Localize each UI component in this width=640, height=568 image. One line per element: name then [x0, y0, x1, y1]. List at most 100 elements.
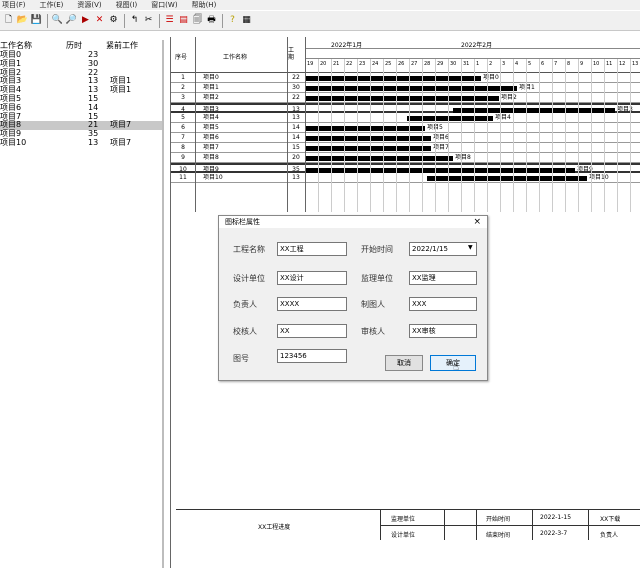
- help-icon[interactable]: ?: [226, 14, 239, 28]
- task-list-row[interactable]: 项目1 30: [0, 58, 162, 69]
- gantt-row[interactable]: 2 项目1 30 项目1: [171, 83, 640, 93]
- checker-field[interactable]: XX: [277, 324, 347, 338]
- gantt-bar[interactable]: [305, 126, 425, 131]
- chevron-down-icon[interactable]: ▼: [468, 244, 473, 251]
- gantt-bar[interactable]: [305, 156, 453, 161]
- gantt-bar-area: 项目5: [305, 123, 640, 133]
- title-end-value: 2022-3-7: [540, 530, 568, 537]
- close-icon[interactable]: ×: [473, 217, 481, 227]
- task-duration: 30: [88, 58, 99, 68]
- task-list-row[interactable]: 项目2 22: [0, 67, 162, 78]
- design-unit-field[interactable]: XX设计: [277, 271, 347, 285]
- indent-icon[interactable]: ▶: [79, 14, 92, 28]
- dialog-title: 图标栏属性: [225, 218, 260, 226]
- checker-label: 校核人: [233, 327, 257, 336]
- task-list-row[interactable]: 项目4 13 项目1: [0, 85, 162, 95]
- gantt-day-line: [565, 59, 566, 212]
- task-list-row[interactable]: 项目3 13 项目1: [0, 77, 162, 86]
- gantt-row[interactable]: 10 项目9 35 项目9: [171, 163, 640, 173]
- gantt-row[interactable]: 8 项目7 15 项目7: [171, 143, 640, 153]
- task-list-row[interactable]: 项目8 21 项目7: [0, 121, 162, 131]
- gantt-bar[interactable]: [427, 176, 587, 181]
- gantt-row[interactable]: 9 项目8 20 项目8: [171, 153, 640, 163]
- day-tick-label: 24: [372, 61, 379, 67]
- menu-window[interactable]: 窗口(W): [151, 0, 177, 10]
- day-tick-label: 31: [463, 61, 470, 67]
- save-icon[interactable]: 💾: [30, 14, 43, 28]
- gantt-header: 序号 工作名称 工期 2022年1月 2022年2月 19 20 21 22 23 24 2…: [171, 37, 640, 73]
- menu-task[interactable]: 工作(E): [40, 0, 64, 10]
- auditor-field[interactable]: XX审核: [409, 324, 477, 338]
- gantt-bar-area: 项目8: [305, 153, 640, 163]
- gantt-bar[interactable]: [407, 116, 493, 121]
- gantt-row[interactable]: 3 项目2 22 项目2: [171, 93, 640, 103]
- link-icon[interactable]: ⚙: [107, 14, 120, 28]
- day-tick-label: 9: [580, 61, 584, 67]
- gantt-rows: 1 项目0 22 项目0 2 项目1 30 项目1 3 项目2 22 项目2 4项目313项目35 项目4…: [171, 73, 640, 183]
- column-header-predecessor[interactable]: 紧前工作: [94, 40, 144, 51]
- start-date-picker[interactable]: 2022/1/15: [409, 242, 477, 256]
- drafter-field[interactable]: XXX: [409, 297, 477, 311]
- print-preview-icon[interactable]: 🗐: [191, 14, 204, 28]
- filter-icon[interactable]: ☰: [163, 14, 176, 28]
- gantt-row[interactable]: 7 项目6 14 项目6: [171, 133, 640, 143]
- day-tick-label: 11: [606, 61, 613, 67]
- calendar-icon[interactable]: ▤: [177, 14, 190, 28]
- menu-project[interactable]: 项目(F): [2, 0, 26, 10]
- drafter-label: 制图人: [361, 300, 385, 309]
- zoom-out-icon[interactable]: 🔎: [65, 14, 78, 28]
- project-name-field[interactable]: XX工程: [277, 242, 347, 256]
- day-tick-label: 22: [346, 61, 353, 67]
- gantt-row[interactable]: 6 项目5 14 项目5: [171, 123, 640, 133]
- task-list-row[interactable]: 项目10 13 项目7: [0, 138, 162, 148]
- task-list-row[interactable]: 项目5 15: [0, 94, 162, 104]
- title-block: XX工程进度 监理单位 设计单位 开始时间 结束时间 2022-1-15 202…: [176, 509, 640, 540]
- gantt-bar[interactable]: [305, 136, 431, 141]
- day-tick-label: 27: [411, 61, 418, 67]
- gantt-bar-area: 项目2: [305, 93, 640, 103]
- gantt-header-num: 序号: [175, 54, 188, 61]
- gantt-row[interactable]: 4 项目3 13 项目3: [171, 103, 640, 113]
- task-list-row[interactable]: 项目6 14: [0, 103, 162, 113]
- gantt-day-line: [487, 59, 488, 212]
- day-tick-label: 7: [554, 61, 558, 67]
- zoom-in-icon[interactable]: 🔍: [51, 14, 64, 28]
- menu-resource[interactable]: 资源(V): [77, 0, 101, 10]
- gantt-row[interactable]: 1 项目0 22 项目0: [171, 73, 640, 83]
- delete-icon[interactable]: ✕: [93, 14, 106, 28]
- gantt-bar-area: 项目1: [305, 83, 640, 93]
- drawing-number-field[interactable]: 123456: [277, 349, 347, 363]
- gantt-day-line: [591, 59, 592, 212]
- task-list-row[interactable]: 项目7 15: [0, 112, 162, 122]
- about-icon[interactable]: ▦: [240, 14, 253, 28]
- menu-help[interactable]: 帮助(H): [192, 0, 217, 10]
- cancel-button[interactable]: 取消: [385, 355, 423, 371]
- gantt-bar[interactable]: [305, 146, 431, 151]
- gantt-day-line: [578, 59, 579, 212]
- leader-field[interactable]: XXXX: [277, 297, 347, 311]
- task-list-row[interactable]: 项目0 23: [0, 50, 162, 60]
- unlink-icon[interactable]: ↰: [128, 14, 141, 28]
- print-icon[interactable]: 🖶: [205, 14, 218, 28]
- title-block-line: [380, 525, 640, 526]
- gantt-day-line: [409, 59, 410, 212]
- gantt-task-duration: 20: [292, 154, 300, 161]
- new-file-icon[interactable]: 🗋: [2, 14, 15, 28]
- task-duration: 22: [88, 67, 99, 77]
- gantt-row[interactable]: 5 项目4 13 项目4: [171, 113, 640, 123]
- gantt-row-number: 6: [181, 124, 185, 131]
- gantt-bar-area: 项目6: [305, 133, 640, 143]
- gantt-bar[interactable]: [305, 96, 499, 101]
- gantt-row[interactable]: 11 项目10 13 项目10: [171, 173, 640, 183]
- menu-view[interactable]: 视图(I): [116, 0, 138, 10]
- open-folder-icon[interactable]: 📂: [16, 14, 29, 28]
- split-icon[interactable]: ✂: [142, 14, 155, 28]
- gantt-header-divider: [305, 48, 640, 49]
- gantt-day-line: [604, 59, 605, 212]
- gantt-task-duration: 14: [292, 124, 300, 131]
- supervision-unit-field[interactable]: XX监理: [409, 271, 477, 285]
- gantt-day-line: [552, 59, 553, 212]
- gantt-bar[interactable]: [305, 86, 517, 91]
- gantt-row-number: 8: [181, 144, 185, 151]
- title-design-label: 设计单位: [391, 532, 416, 539]
